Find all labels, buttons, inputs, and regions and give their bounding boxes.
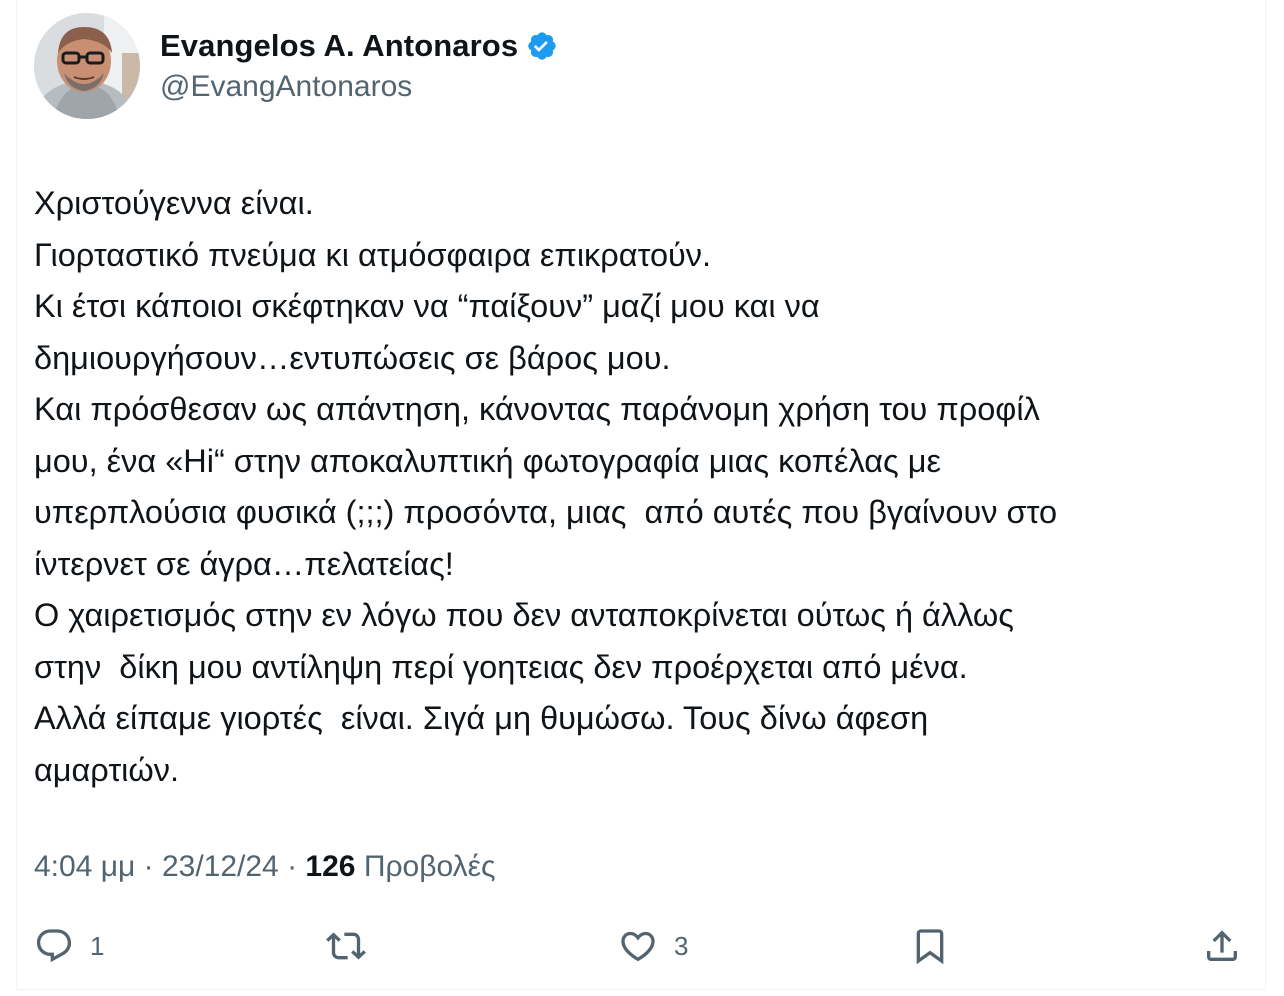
views-count: 126 xyxy=(305,850,356,883)
profile-photo-icon xyxy=(34,13,140,119)
meta-separator: · xyxy=(278,850,306,883)
tweet-text: Χριστούγεννα είναι. Γιορταστικό πνεύμα κ… xyxy=(34,178,1244,796)
tweet-line: στην δίκη μου αντίληψη περί γοητειας δεν… xyxy=(34,648,968,685)
tweet-line: Κι έτσι κάποιοι σκέφτηκαν να “παίξουν” μ… xyxy=(34,288,820,324)
reply-icon xyxy=(36,929,72,963)
tweet-meta: 4:04 μμ · 23/12/24 · 126 Προβολές xyxy=(34,850,495,884)
reply-count: 1 xyxy=(90,930,105,961)
tweet-time[interactable]: 4:04 μμ xyxy=(34,850,135,883)
meta-separator: · xyxy=(135,850,162,883)
author-avatar[interactable] xyxy=(34,13,140,119)
tweet-line: Και πρόσθεσαν ως απάντηση, κάνοντας παρά… xyxy=(34,391,1040,427)
share-button[interactable] xyxy=(1202,918,1242,974)
tweet-line: μου, ένα «Hi“ στην αποκαλυπτική φωτογραφ… xyxy=(34,442,941,479)
tweet-line: αμαρτιών. xyxy=(34,751,180,788)
verified-badge-icon[interactable] xyxy=(526,30,558,62)
views-label: Προβολές xyxy=(355,850,496,883)
author-name[interactable]: Evangelos A. Antonaros xyxy=(160,28,518,64)
bookmark-icon xyxy=(916,929,944,965)
tweet-line: Χριστούγεννα είναι. xyxy=(34,185,314,221)
tweet-date[interactable]: 23/12/24 xyxy=(162,850,279,883)
action-bar: 1 3 xyxy=(0,918,1284,974)
like-button[interactable]: 3 xyxy=(618,918,688,974)
author-handle[interactable]: @EvangAntonaros xyxy=(160,70,412,104)
reply-button[interactable]: 1 xyxy=(34,918,104,974)
tweet-line: Γιορταστικό πνεύμα κι ατμόσφαιρα επικρατ… xyxy=(34,236,712,273)
tweet-line: ίντερνετ σε άγρα…πελατείας! xyxy=(34,545,454,582)
tweet-line: Ο χαιρετισμός στην εν λόγω που δεν ανταπ… xyxy=(34,597,1014,633)
bookmark-button[interactable] xyxy=(910,918,950,974)
tweet-line: υπερπλούσια φυσικά (;;;) προσόντα, μιας … xyxy=(34,494,1058,530)
author-name-row[interactable]: Evangelos A. Antonaros xyxy=(160,26,558,66)
retweet-button[interactable] xyxy=(326,918,366,974)
like-count: 3 xyxy=(674,930,689,961)
tweet-line: Αλλά είπαμε γιορτές είναι. Σιγά μη θυμώσ… xyxy=(34,700,929,736)
like-icon xyxy=(621,931,655,962)
tweet-line: δημιουργήσουν…εντυπώσεις σε βάρος μου. xyxy=(34,339,671,376)
retweet-icon xyxy=(326,932,366,960)
share-icon xyxy=(1207,930,1237,961)
